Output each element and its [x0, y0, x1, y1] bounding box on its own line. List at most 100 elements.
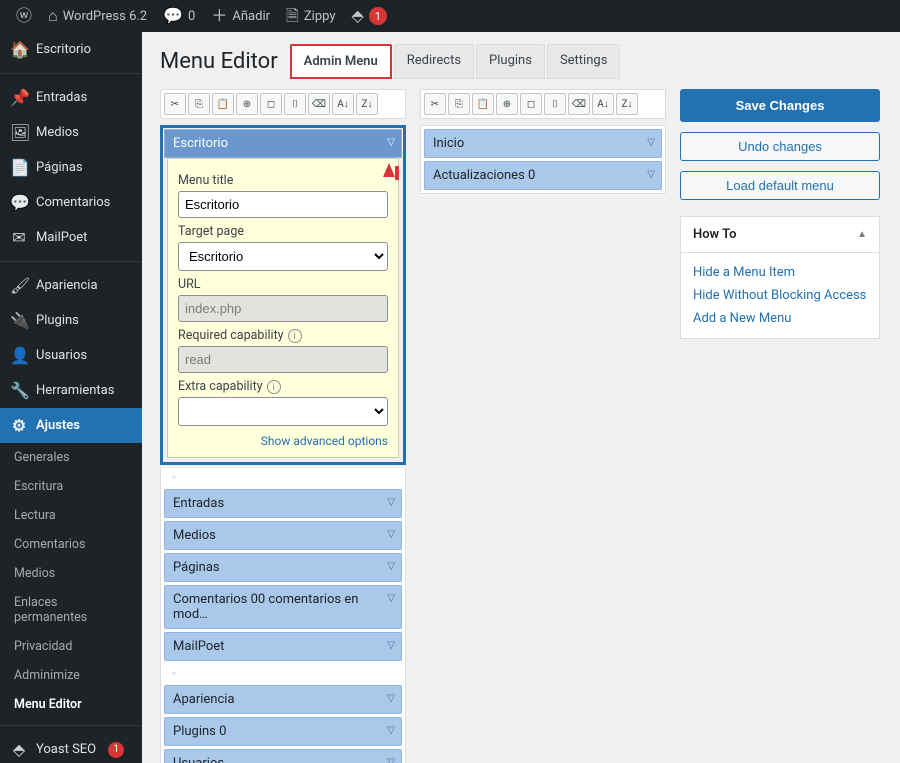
target-page-select[interactable]: Escritorio	[178, 242, 388, 271]
sidebar-item-ajustes[interactable]: ⚙Ajustes	[0, 408, 142, 443]
sidebar-item-herramientas[interactable]: 🔧Herramientas	[0, 373, 142, 408]
sort-desc-button[interactable]: Z↓	[356, 93, 378, 115]
extra-cap-select[interactable]	[178, 397, 388, 426]
file-icon: 🗎	[286, 8, 299, 24]
expand-toggle-icon[interactable]: ▽	[647, 137, 655, 148]
menu-item[interactable]: Inicio▽	[424, 129, 662, 158]
undo-changes-button[interactable]: Undo changes	[680, 132, 880, 161]
paste-icon: 📋	[477, 99, 489, 110]
tab-settings[interactable]: Settings	[547, 44, 620, 79]
expand-toggle-icon[interactable]: ▽	[387, 593, 395, 604]
sidebar-sub-lectura[interactable]: Lectura	[0, 501, 142, 530]
copy-button[interactable]: ⎘	[448, 93, 470, 115]
sidebar-item-comentarios[interactable]: 💬 Comentarios	[0, 185, 142, 220]
sort-asc-button[interactable]: A↓	[332, 93, 354, 115]
menu-title-input[interactable]	[178, 191, 388, 218]
cut-button[interactable]: ✂	[424, 93, 446, 115]
show-advanced-link[interactable]: Show advanced options	[261, 434, 388, 448]
sidebar-sub-privacidad[interactable]: Privacidad	[0, 632, 142, 661]
menu-item-label: Plugins 0	[173, 724, 226, 739]
menu-separator[interactable]	[164, 468, 402, 486]
menu-item[interactable]: Actualizaciones 0▽	[424, 161, 662, 190]
sidebar-item-mailpoet[interactable]: ✉MailPoet	[0, 220, 142, 255]
add-button[interactable]: ⊕	[236, 93, 258, 115]
new-separator-button[interactable]: ⌷	[284, 93, 306, 115]
sidebar-item-apariencia[interactable]: 🖌Apariencia	[0, 261, 142, 303]
expand-toggle-icon[interactable]: ▽	[387, 757, 395, 763]
menu-item[interactable]: Medios▽	[164, 521, 402, 550]
menu-item[interactable]: MailPoet ▽	[164, 632, 402, 661]
menu-item-escritorio[interactable]: Escritorio ▽	[164, 129, 402, 158]
sidebar-sub-medios[interactable]: Medios	[0, 559, 142, 588]
sidebar-item-escritorio[interactable]: 🏠Escritorio	[0, 32, 142, 67]
sidebar-icon: 🔌	[10, 311, 28, 330]
tab-redirects[interactable]: Redirects	[394, 44, 474, 79]
mid-toolbar: ✂⎘ 📋 ⊕◻⌷⌫A↓Z↓	[420, 89, 666, 119]
comments-link[interactable]: 💬0	[155, 0, 203, 32]
sidebar-item-yoast[interactable]: ⬘ Yoast SEO 1	[0, 725, 142, 763]
sort-desc-button[interactable]: Z↓	[616, 93, 638, 115]
menu-item[interactable]: Páginas▽	[164, 553, 402, 582]
site-name-label: WordPress 6.2	[63, 9, 147, 24]
menu-separator[interactable]	[164, 664, 402, 682]
cut-button[interactable]: ✂	[164, 93, 186, 115]
expand-toggle-icon[interactable]: ▽	[387, 529, 395, 540]
menu-item[interactable]: Entradas▽	[164, 489, 402, 518]
sidebar-sub-enlaces-permanentes[interactable]: Enlaces permanentes	[0, 588, 142, 632]
sort-asc-button[interactable]: A↓	[592, 93, 614, 115]
info-icon[interactable]: i	[267, 380, 281, 394]
sidebar-item-label: Herramientas	[36, 383, 114, 398]
howto-link[interactable]: Add a New Menu	[693, 307, 867, 330]
howto-link[interactable]: Hide Without Blocking Access	[693, 284, 867, 307]
annotation-arrow-up	[383, 157, 399, 181]
save-changes-button[interactable]: Save Changes	[680, 89, 880, 122]
load-default-button[interactable]: Load default menu	[680, 171, 880, 200]
wp-logo[interactable]: ⓦ	[8, 0, 40, 32]
sidebar-item-medios[interactable]: 🖼Medios	[0, 115, 142, 150]
yoast-link[interactable]: ⬘1	[344, 0, 395, 32]
sidebar-item-entradas[interactable]: 📌Entradas	[0, 73, 142, 115]
hide-button[interactable]: ◻	[260, 93, 282, 115]
hide-button[interactable]: ◻	[520, 93, 542, 115]
sidebar-sub-adminimize[interactable]: Adminimize	[0, 661, 142, 690]
yoast-icon: ⬘	[10, 740, 28, 759]
add-button[interactable]: ⊕	[496, 93, 518, 115]
paste-button[interactable]: 📋	[472, 93, 494, 115]
delete-button[interactable]: ⌫	[308, 93, 330, 115]
expand-toggle-icon[interactable]: ▽	[387, 725, 395, 736]
sidebar-sub-menu-editor[interactable]: Menu Editor	[0, 690, 142, 719]
sidebar-sub-generales[interactable]: Generales	[0, 443, 142, 472]
menu-item[interactable]: Usuarios▽	[164, 749, 402, 763]
sidebar-icon: 💬	[10, 193, 28, 212]
info-icon[interactable]: i	[288, 329, 302, 343]
site-name[interactable]: ⌂WordPress 6.2	[40, 0, 155, 32]
menu-item[interactable]: Comentarios 00 comentarios en mod…▽	[164, 585, 402, 629]
tab-plugins[interactable]: Plugins	[476, 44, 545, 79]
sidebar-item-plugins[interactable]: 🔌Plugins	[0, 303, 142, 338]
menu-item[interactable]: Plugins 0 ▽	[164, 717, 402, 746]
menu-title-label: Menu title	[178, 173, 388, 188]
expand-toggle-icon[interactable]: ▽	[387, 497, 395, 508]
howto-header[interactable]: How To ▲	[681, 217, 879, 253]
delete-button[interactable]: ⌫	[568, 93, 590, 115]
expand-toggle-icon[interactable]: ▽	[387, 561, 395, 572]
tab-admin-menu[interactable]: Admin Menu	[290, 44, 392, 79]
expand-toggle-icon[interactable]: ▽	[387, 693, 395, 704]
sidebar-sub-comentarios[interactable]: Comentarios	[0, 530, 142, 559]
new-separator-button[interactable]: ⌷	[544, 93, 566, 115]
paste-button[interactable]: 📋	[212, 93, 234, 115]
menu-item-label: MailPoet	[173, 639, 224, 654]
zippy-link[interactable]: 🗎Zippy	[278, 0, 344, 32]
copy-button[interactable]: ⎘	[188, 93, 210, 115]
collapse-toggle-icon[interactable]: ▽	[387, 137, 395, 148]
sidebar-item-páginas[interactable]: 📄Páginas	[0, 150, 142, 185]
sidebar-sub-escritura[interactable]: Escritura	[0, 472, 142, 501]
sidebar-item-label: Comentarios	[36, 195, 110, 210]
yoast-badge: 1	[369, 7, 387, 25]
menu-item[interactable]: Apariencia▽	[164, 685, 402, 714]
expand-toggle-icon[interactable]: ▽	[647, 169, 655, 180]
sidebar-item-usuarios[interactable]: 👤Usuarios	[0, 338, 142, 373]
howto-link[interactable]: Hide a Menu Item	[693, 261, 867, 284]
expand-toggle-icon[interactable]: ▽	[387, 640, 395, 651]
add-new[interactable]: ＋Añadir	[203, 0, 278, 32]
